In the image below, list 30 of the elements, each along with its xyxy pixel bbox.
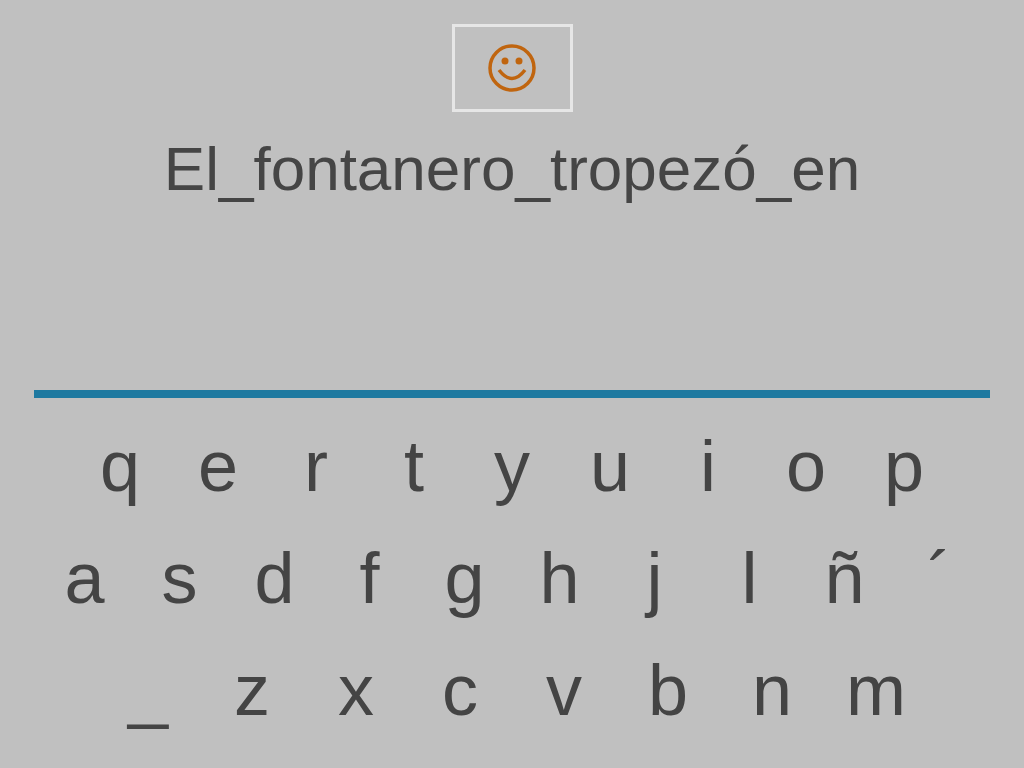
key-button[interactable]: x xyxy=(304,634,408,746)
key-button[interactable]: ´ xyxy=(892,522,987,634)
key-button[interactable]: r xyxy=(267,410,365,522)
sentence-text: El_fontanero_tropezó_en xyxy=(163,134,861,203)
key-button[interactable]: o xyxy=(757,410,855,522)
key-button[interactable]: l xyxy=(702,522,797,634)
key-button[interactable]: j xyxy=(607,522,702,634)
key-button[interactable]: _ xyxy=(96,634,200,746)
key-button[interactable]: ñ xyxy=(797,522,892,634)
key-button[interactable]: b xyxy=(616,634,720,746)
key-button[interactable]: h xyxy=(512,522,607,634)
key-button[interactable]: f xyxy=(322,522,417,634)
smiley-button[interactable] xyxy=(451,24,573,112)
key-button[interactable]: p xyxy=(855,410,953,522)
key-button[interactable]: n xyxy=(720,634,824,746)
key-button[interactable]: v xyxy=(512,634,616,746)
smiley-icon xyxy=(487,43,537,93)
key-button[interactable]: s xyxy=(132,522,227,634)
key-button[interactable]: q xyxy=(71,410,169,522)
key-button[interactable]: g xyxy=(417,522,512,634)
key-button[interactable]: z xyxy=(200,634,304,746)
key-button[interactable]: m xyxy=(824,634,928,746)
key-button[interactable]: u xyxy=(561,410,659,522)
key-button[interactable]: e xyxy=(169,410,267,522)
key-button[interactable]: d xyxy=(227,522,322,634)
key-button[interactable]: a xyxy=(37,522,132,634)
key-button[interactable]: y xyxy=(463,410,561,522)
key-button[interactable]: t xyxy=(365,410,463,522)
key-button[interactable]: i xyxy=(659,410,757,522)
key-button[interactable]: c xyxy=(408,634,512,746)
